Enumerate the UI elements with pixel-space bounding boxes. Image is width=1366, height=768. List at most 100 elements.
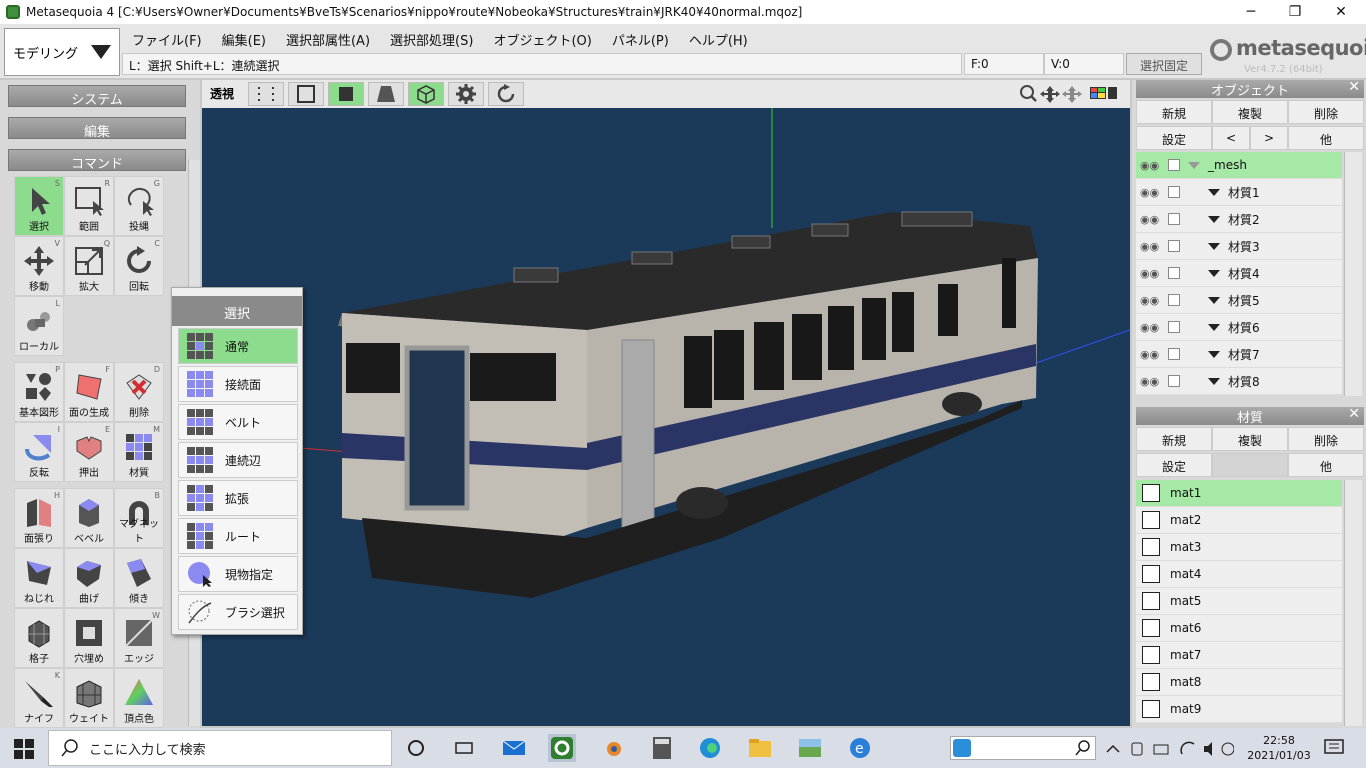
blender-icon[interactable] (598, 734, 626, 762)
select-edge-button[interactable] (288, 82, 324, 106)
material-checkbox[interactable] (1142, 646, 1160, 664)
material-checkbox[interactable] (1142, 484, 1160, 502)
close-icon[interactable]: ✕ (1348, 406, 1360, 422)
tool-twist[interactable]: ねじれ (14, 548, 64, 608)
tool-knife[interactable]: K ナイフ (14, 668, 64, 728)
edge-browser-icon[interactable] (696, 734, 724, 762)
object-new-button[interactable]: 新規 (1136, 100, 1212, 124)
close-button[interactable]: ✕ (1318, 0, 1364, 24)
material-row[interactable]: mat8 (1136, 669, 1342, 696)
collapse-icon[interactable] (1208, 296, 1220, 304)
menu-panel[interactable]: パネル(P) (602, 28, 679, 50)
object-settings-button[interactable]: 設定 (1136, 126, 1212, 150)
maximize-button[interactable]: ❐ (1272, 0, 1318, 24)
collapse-icon[interactable] (1208, 242, 1220, 250)
material-new-button[interactable]: 新規 (1136, 427, 1212, 451)
material-other-button[interactable]: 他 (1288, 453, 1364, 477)
tool-create-face[interactable]: F 面の生成 (64, 362, 114, 422)
close-icon[interactable]: ✕ (1348, 79, 1360, 95)
select-brush[interactable]: ブラシ選択 (178, 594, 298, 630)
material-row[interactable]: mat6 (1136, 615, 1342, 642)
tool-extrude[interactable]: E 押出 (64, 422, 114, 482)
settings-button[interactable] (448, 82, 484, 106)
object-row[interactable]: ◉◉ 材質3 (1136, 233, 1342, 260)
select-vertex-button[interactable] (248, 82, 284, 106)
object-list-scrollbar[interactable] (1344, 152, 1362, 396)
eye-icon[interactable]: ◉◉ (1140, 348, 1162, 361)
material-checkbox[interactable] (1142, 565, 1160, 583)
tool-material[interactable]: M 材質 (114, 422, 164, 482)
lock-checkbox[interactable] (1168, 294, 1180, 306)
material-checkbox[interactable] (1142, 511, 1160, 529)
task-view-icon[interactable] (450, 734, 478, 762)
cortana-icon[interactable] (402, 734, 430, 762)
tool-fill-hole[interactable]: 穴埋め (64, 608, 114, 668)
object-row[interactable]: ◉◉ 材質4 (1136, 260, 1342, 287)
tool-select[interactable]: S 選択 (14, 176, 64, 236)
tray-search-box[interactable] (950, 736, 1096, 760)
menu-process[interactable]: 選択部処理(S) (380, 28, 483, 50)
material-row[interactable]: mat9 (1136, 696, 1342, 723)
object-row[interactable]: ◉◉ 材質1 (1136, 179, 1342, 206)
lock-checkbox[interactable] (1168, 186, 1180, 198)
lock-checkbox[interactable] (1168, 213, 1180, 225)
lock-checkbox[interactable] (1168, 240, 1180, 252)
tool-stretch-face[interactable]: H 面張り (14, 488, 64, 548)
object-duplicate-button[interactable]: 複製 (1212, 100, 1288, 124)
tool-bend[interactable]: 曲げ (64, 548, 114, 608)
mail-icon[interactable] (500, 734, 528, 762)
section-command[interactable]: コマンド (8, 149, 186, 172)
eye-icon[interactable]: ◉◉ (1140, 186, 1162, 199)
view-mode-label[interactable]: 透視 (210, 85, 234, 102)
select-by-object[interactable]: 現物指定 (178, 556, 298, 592)
section-edit[interactable]: 編集 (8, 117, 186, 140)
lock-checkbox[interactable] (1168, 375, 1180, 387)
object-row-mesh[interactable]: ◉◉ _mesh (1136, 152, 1342, 179)
mode-select[interactable]: モデリング (4, 28, 120, 76)
eye-icon[interactable]: ◉◉ (1140, 375, 1162, 388)
clock[interactable]: 22:58 2021/01/03 (1244, 733, 1314, 763)
object-row[interactable]: ◉◉ 材質8 (1136, 368, 1342, 395)
collapse-icon[interactable] (1208, 350, 1220, 358)
eye-icon[interactable]: ◉◉ (1140, 321, 1162, 334)
tool-delete[interactable]: D 削除 (114, 362, 164, 422)
notification-icon[interactable] (1324, 738, 1344, 758)
tool-lasso[interactable]: G 投縄 (114, 176, 164, 236)
select-expand[interactable]: 拡張 (178, 480, 298, 516)
select-fix-button[interactable]: 選択固定 (1126, 53, 1202, 75)
lock-checkbox[interactable] (1168, 321, 1180, 333)
material-row[interactable]: mat2 (1136, 507, 1342, 534)
menu-help[interactable]: ヘルプ(H) (679, 28, 758, 50)
tool-vertex-color[interactable]: 頂点色 (114, 668, 164, 728)
tool-range[interactable]: R 範囲 (64, 176, 114, 236)
collapse-icon[interactable] (1208, 188, 1220, 196)
material-row[interactable]: mat1 (1136, 480, 1342, 507)
eye-icon[interactable]: ◉◉ (1140, 267, 1162, 280)
lock-checkbox[interactable] (1168, 348, 1180, 360)
tool-move[interactable]: V 移動 (14, 236, 64, 296)
object-prev-button[interactable]: < (1212, 126, 1250, 150)
taskbar-search[interactable]: ここに入力して検索 (48, 730, 392, 766)
tool-scale[interactable]: Q 拡大 (64, 236, 114, 296)
material-checkbox[interactable] (1142, 538, 1160, 556)
material-row[interactable]: mat5 (1136, 588, 1342, 615)
tool-local[interactable]: L ローカル (14, 296, 64, 356)
menu-attributes[interactable]: 選択部属性(A) (276, 28, 380, 50)
system-tray-icons[interactable] (1104, 740, 1234, 758)
select-belt[interactable]: ベルト (178, 404, 298, 440)
collapse-icon[interactable] (1208, 215, 1220, 223)
select-route[interactable]: ルート (178, 518, 298, 554)
object-delete-button[interactable]: 削除 (1288, 100, 1364, 124)
section-system[interactable]: システム (8, 85, 186, 108)
select-edge-loop[interactable]: 連続辺 (178, 442, 298, 478)
tool-edge[interactable]: W エッジ (114, 608, 164, 668)
material-list-scrollbar[interactable] (1344, 480, 1362, 726)
collapse-icon[interactable] (1208, 377, 1220, 385)
select-normal[interactable]: 通常 (178, 328, 298, 364)
collapse-icon[interactable] (1208, 323, 1220, 331)
eye-icon[interactable]: ◉◉ (1140, 240, 1162, 253)
collapse-icon[interactable] (1208, 269, 1220, 277)
eye-icon[interactable]: ◉◉ (1140, 213, 1162, 226)
material-checkbox[interactable] (1142, 619, 1160, 637)
select-face-button[interactable] (328, 82, 364, 106)
